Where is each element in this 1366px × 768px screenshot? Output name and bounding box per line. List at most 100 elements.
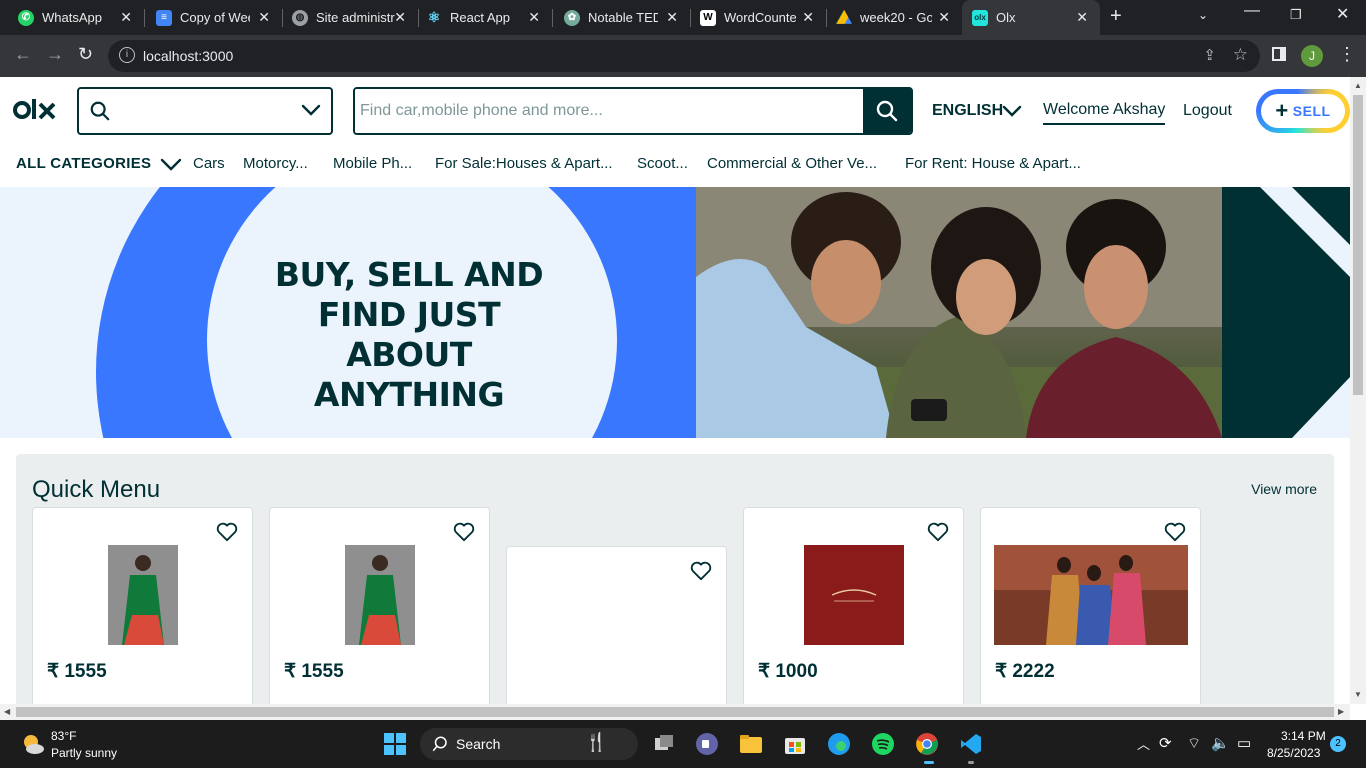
category-mobile-phones[interactable]: Mobile Ph...	[333, 155, 412, 172]
partly-sunny-icon[interactable]	[20, 731, 46, 757]
scrollbar-thumb[interactable]	[1353, 95, 1363, 395]
scrollbar-thumb[interactable]	[16, 707, 1334, 717]
category-scooters[interactable]: Scoot...	[637, 155, 688, 172]
new-tab-button[interactable]: +	[1110, 5, 1122, 28]
minimize-icon[interactable]: —	[1244, 2, 1260, 20]
logout-link[interactable]: Logout	[1183, 102, 1232, 120]
close-window-icon[interactable]: ✕	[1336, 4, 1349, 24]
product-card[interactable]: ₹ 1555	[32, 507, 253, 704]
category-houses-sale[interactable]: For Sale:Houses & Apart...	[435, 155, 613, 172]
sell-button[interactable]: + SELL	[1256, 89, 1350, 133]
spotify-icon[interactable]	[871, 732, 895, 756]
wifi-icon[interactable]: ⌔	[1187, 734, 1201, 753]
banner-headline: BUY, SELL AND FIND JUST ABOUT ANYTHING	[274, 255, 544, 414]
welcome-user-link[interactable]: Welcome Akshay	[1043, 101, 1166, 125]
product-price: ₹ 1555	[284, 661, 344, 682]
heart-icon[interactable]	[927, 522, 949, 542]
share-icon[interactable]: ⇪	[1203, 46, 1216, 64]
tab-search-icon[interactable]: ⌄	[1198, 8, 1208, 22]
weather-description[interactable]: Partly sunny	[51, 746, 117, 760]
close-tab-icon[interactable]: ✕	[528, 9, 540, 26]
view-more-link[interactable]: View more	[1251, 481, 1317, 497]
olx-logo-icon	[13, 99, 56, 120]
sync-icon[interactable]: ⟳	[1159, 734, 1172, 752]
scroll-down-icon[interactable]: ▼	[1354, 690, 1362, 699]
search-input[interactable]	[355, 89, 865, 133]
volume-icon[interactable]: 🔈	[1211, 734, 1230, 752]
close-tab-icon[interactable]: ✕	[938, 9, 950, 26]
category-cars[interactable]: Cars	[193, 155, 225, 172]
olx-logo[interactable]	[13, 97, 57, 130]
tab-react-app[interactable]: ⚛ React App ✕	[408, 0, 552, 35]
category-houses-rent[interactable]: For Rent: House & Apart...	[905, 155, 1081, 172]
banner-photo	[696, 187, 1222, 438]
notification-badge[interactable]: 2	[1330, 736, 1346, 752]
vscode-icon[interactable]	[959, 732, 983, 756]
heart-icon[interactable]	[690, 561, 712, 581]
product-image	[804, 545, 904, 645]
close-tab-icon[interactable]: ✕	[1076, 9, 1088, 26]
heart-icon[interactable]	[453, 522, 475, 542]
search-bar	[353, 87, 913, 135]
address-bar[interactable]: i localhost:3000 ⇪ ☆	[108, 40, 1260, 72]
bookmark-star-icon[interactable]: ☆	[1233, 45, 1248, 65]
chevron-down-icon[interactable]	[1002, 104, 1022, 118]
tab-docs[interactable]: ≡ Copy of Week ✕	[138, 0, 282, 35]
teams-chat-icon[interactable]	[695, 732, 719, 756]
category-commercial-vehicles[interactable]: Commercial & Other Ve...	[707, 155, 877, 172]
back-icon[interactable]: ←	[14, 44, 32, 65]
chrome-icon[interactable]	[915, 732, 939, 756]
location-select[interactable]	[77, 87, 333, 135]
product-card[interactable]	[506, 546, 727, 704]
taskbar-search[interactable]: Search 🍴	[420, 728, 638, 760]
category-motorcycles[interactable]: Motorcy...	[243, 155, 308, 172]
browser-toolbar: ← → ↻ i localhost:3000 ⇪ ☆ J ⋮	[0, 35, 1366, 77]
clock-date[interactable]: 8/25/2023	[1267, 746, 1320, 760]
show-hidden-icons[interactable]: ︿	[1137, 734, 1150, 753]
restore-icon[interactable]: ❐	[1290, 7, 1302, 23]
vertical-scrollbar[interactable]: ▲ ▼	[1350, 77, 1366, 704]
all-categories-button[interactable]: ALL CATEGORIES	[16, 155, 151, 172]
scroll-left-icon[interactable]: ◀	[4, 707, 10, 716]
browser-menu-icon[interactable]: ⋮	[1338, 44, 1356, 65]
heart-icon[interactable]	[216, 522, 238, 542]
profile-avatar[interactable]: J	[1301, 45, 1323, 67]
microsoft-store-icon[interactable]	[783, 732, 807, 756]
close-tab-icon[interactable]: ✕	[258, 9, 270, 26]
product-card[interactable]: ₹ 1555	[269, 507, 490, 704]
heart-icon[interactable]	[1164, 522, 1186, 542]
reload-icon[interactable]: ↻	[78, 44, 93, 65]
battery-icon[interactable]: ▭	[1237, 734, 1251, 752]
file-explorer-icon[interactable]	[739, 732, 763, 756]
tab-olx[interactable]: olx Olx ✕	[962, 0, 1100, 35]
side-panel-icon[interactable]	[1272, 47, 1286, 61]
scroll-up-icon[interactable]: ▲	[1354, 81, 1362, 90]
chevron-down-icon[interactable]	[160, 156, 182, 172]
close-tab-icon[interactable]: ✕	[394, 9, 406, 26]
category-bar: ALL CATEGORIES Cars Motorcy... Mobile Ph…	[0, 143, 1350, 187]
hero-banner[interactable]: BUY, SELL AND FIND JUST ABOUT ANYTHING	[0, 187, 1350, 438]
tab-notable-ted[interactable]: ✿ Notable TED ✕	[546, 0, 690, 35]
close-tab-icon[interactable]: ✕	[802, 9, 814, 26]
search-button[interactable]	[863, 89, 911, 133]
weather-temperature[interactable]: 83°F	[51, 729, 76, 743]
product-card[interactable]: ₹ 2222	[980, 507, 1201, 704]
tab-whatsapp[interactable]: ✆ WhatsApp ✕	[0, 0, 144, 35]
tab-wordcounter[interactable]: W WordCounter ✕	[682, 0, 826, 35]
windows-start-icon[interactable]	[383, 732, 407, 756]
tab-site-admin[interactable]: ◍ Site administr ✕	[274, 0, 418, 35]
site-info-icon[interactable]: i	[119, 47, 135, 63]
tab-drive[interactable]: week20 - Goo ✕	[818, 0, 962, 35]
react-icon: ⚛	[427, 9, 441, 25]
close-tab-icon[interactable]: ✕	[120, 9, 132, 26]
horizontal-scrollbar[interactable]: ◀ ▶	[0, 704, 1350, 720]
scroll-right-icon[interactable]: ▶	[1338, 707, 1344, 716]
forward-icon[interactable]: →	[46, 44, 64, 65]
edge-browser-icon[interactable]	[827, 732, 851, 756]
clock-time[interactable]: 3:14 PM	[1281, 729, 1326, 743]
language-select[interactable]: ENGLISH	[932, 102, 1003, 120]
close-tab-icon[interactable]: ✕	[666, 9, 678, 26]
url-text[interactable]: localhost:3000	[143, 48, 233, 64]
task-view-icon[interactable]	[652, 732, 676, 756]
product-card[interactable]: ₹ 1000	[743, 507, 964, 704]
